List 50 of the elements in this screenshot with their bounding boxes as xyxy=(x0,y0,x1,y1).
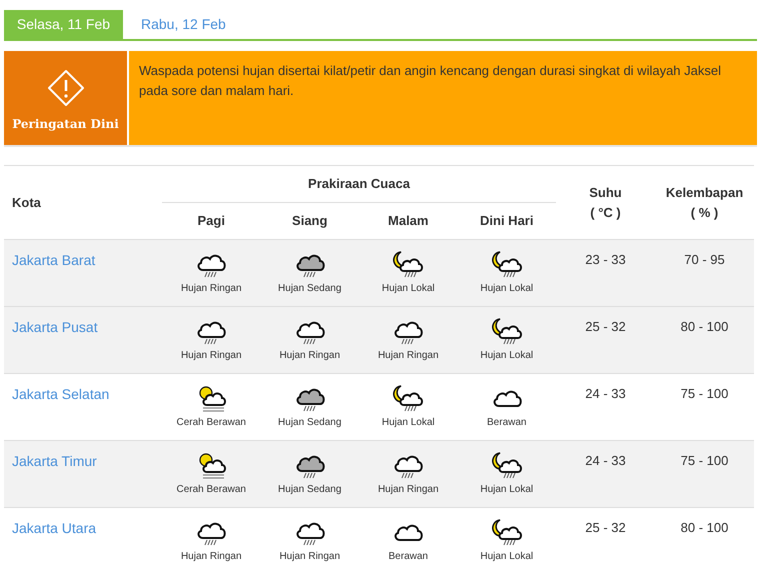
warning-message: Waspada potensi hujan disertai kilat/petir dan angin kencang dengan durasi singkat di wilayah Jaksel pada sore dan malam hari. xyxy=(139,62,722,100)
temperature-cell-text: 25 - 32 xyxy=(585,519,626,537)
weather-label: Hujan Ringan xyxy=(180,349,242,363)
weather-label: Berawan xyxy=(388,550,428,564)
weather-label: Hujan Lokal xyxy=(480,550,534,564)
warning-icon xyxy=(46,69,84,107)
temperature-cell-text: 25 - 32 xyxy=(585,318,626,336)
weather-label: Berawan xyxy=(487,416,526,430)
weather-label: Cerah Berawan xyxy=(176,416,246,430)
humidity-cell-text: 80 - 100 xyxy=(680,318,728,336)
date-tab[interactable]: Rabu, 12 Feb xyxy=(123,10,244,39)
weather-label: Hujan Lokal xyxy=(382,282,435,296)
column-header: Siang xyxy=(292,212,328,230)
humidity-cell-text: 70 - 95 xyxy=(684,251,725,269)
city-link[interactable]: Jakarta Utara xyxy=(12,520,96,536)
temperature-cell-text: 24 - 33 xyxy=(585,385,626,403)
unit-label: ( % ) xyxy=(690,204,718,222)
city-link[interactable]: Jakarta Pusat xyxy=(12,319,98,335)
weather-label: Hujan Lokal xyxy=(480,483,534,497)
weather-label: Hujan Lokal xyxy=(382,416,435,430)
weather-label: Hujan Sedang xyxy=(278,416,342,430)
column-header: Kota xyxy=(12,194,41,212)
weather-label: Hujan Lokal xyxy=(480,282,534,296)
humidity-cell-text: 75 - 100 xyxy=(680,385,728,403)
city-link[interactable]: Jakarta Barat xyxy=(12,252,96,268)
weather-label: Hujan Ringan xyxy=(378,349,439,363)
weather-label: Hujan Lokal xyxy=(480,349,534,363)
column-header: Suhu xyxy=(589,184,622,202)
weather-label: Hujan Sedang xyxy=(278,282,342,296)
city-link[interactable]: Jakarta Timur xyxy=(12,453,97,469)
date-tab[interactable]: Selasa, 11 Feb xyxy=(4,10,123,39)
weather-label: Hujan Ringan xyxy=(279,349,340,363)
column-header: Prakiraan Cuaca xyxy=(308,175,410,194)
warning-title: Peringatan Dini xyxy=(12,116,119,133)
temperature-cell-text: 23 - 33 xyxy=(585,251,626,269)
column-header: Dini Hari xyxy=(480,212,534,230)
humidity-cell-text: 75 - 100 xyxy=(680,452,728,470)
column-header: Pagi xyxy=(198,212,225,230)
weather-label: Hujan Ringan xyxy=(279,550,340,564)
temperature-cell-text: 24 - 33 xyxy=(585,452,626,470)
weather-label: Hujan Ringan xyxy=(180,550,242,564)
humidity-cell-text: 80 - 100 xyxy=(680,519,728,537)
unit-label: ( °C ) xyxy=(590,204,621,222)
weather-label: Hujan Ringan xyxy=(180,282,242,296)
weather-label: Hujan Ringan xyxy=(378,483,439,497)
weather-label: Cerah Berawan xyxy=(176,483,246,497)
column-header: Malam xyxy=(388,212,428,230)
weather-label: Hujan Sedang xyxy=(278,483,342,497)
city-link[interactable]: Jakarta Selatan xyxy=(12,386,110,402)
column-header: Kelembapan xyxy=(666,184,744,202)
